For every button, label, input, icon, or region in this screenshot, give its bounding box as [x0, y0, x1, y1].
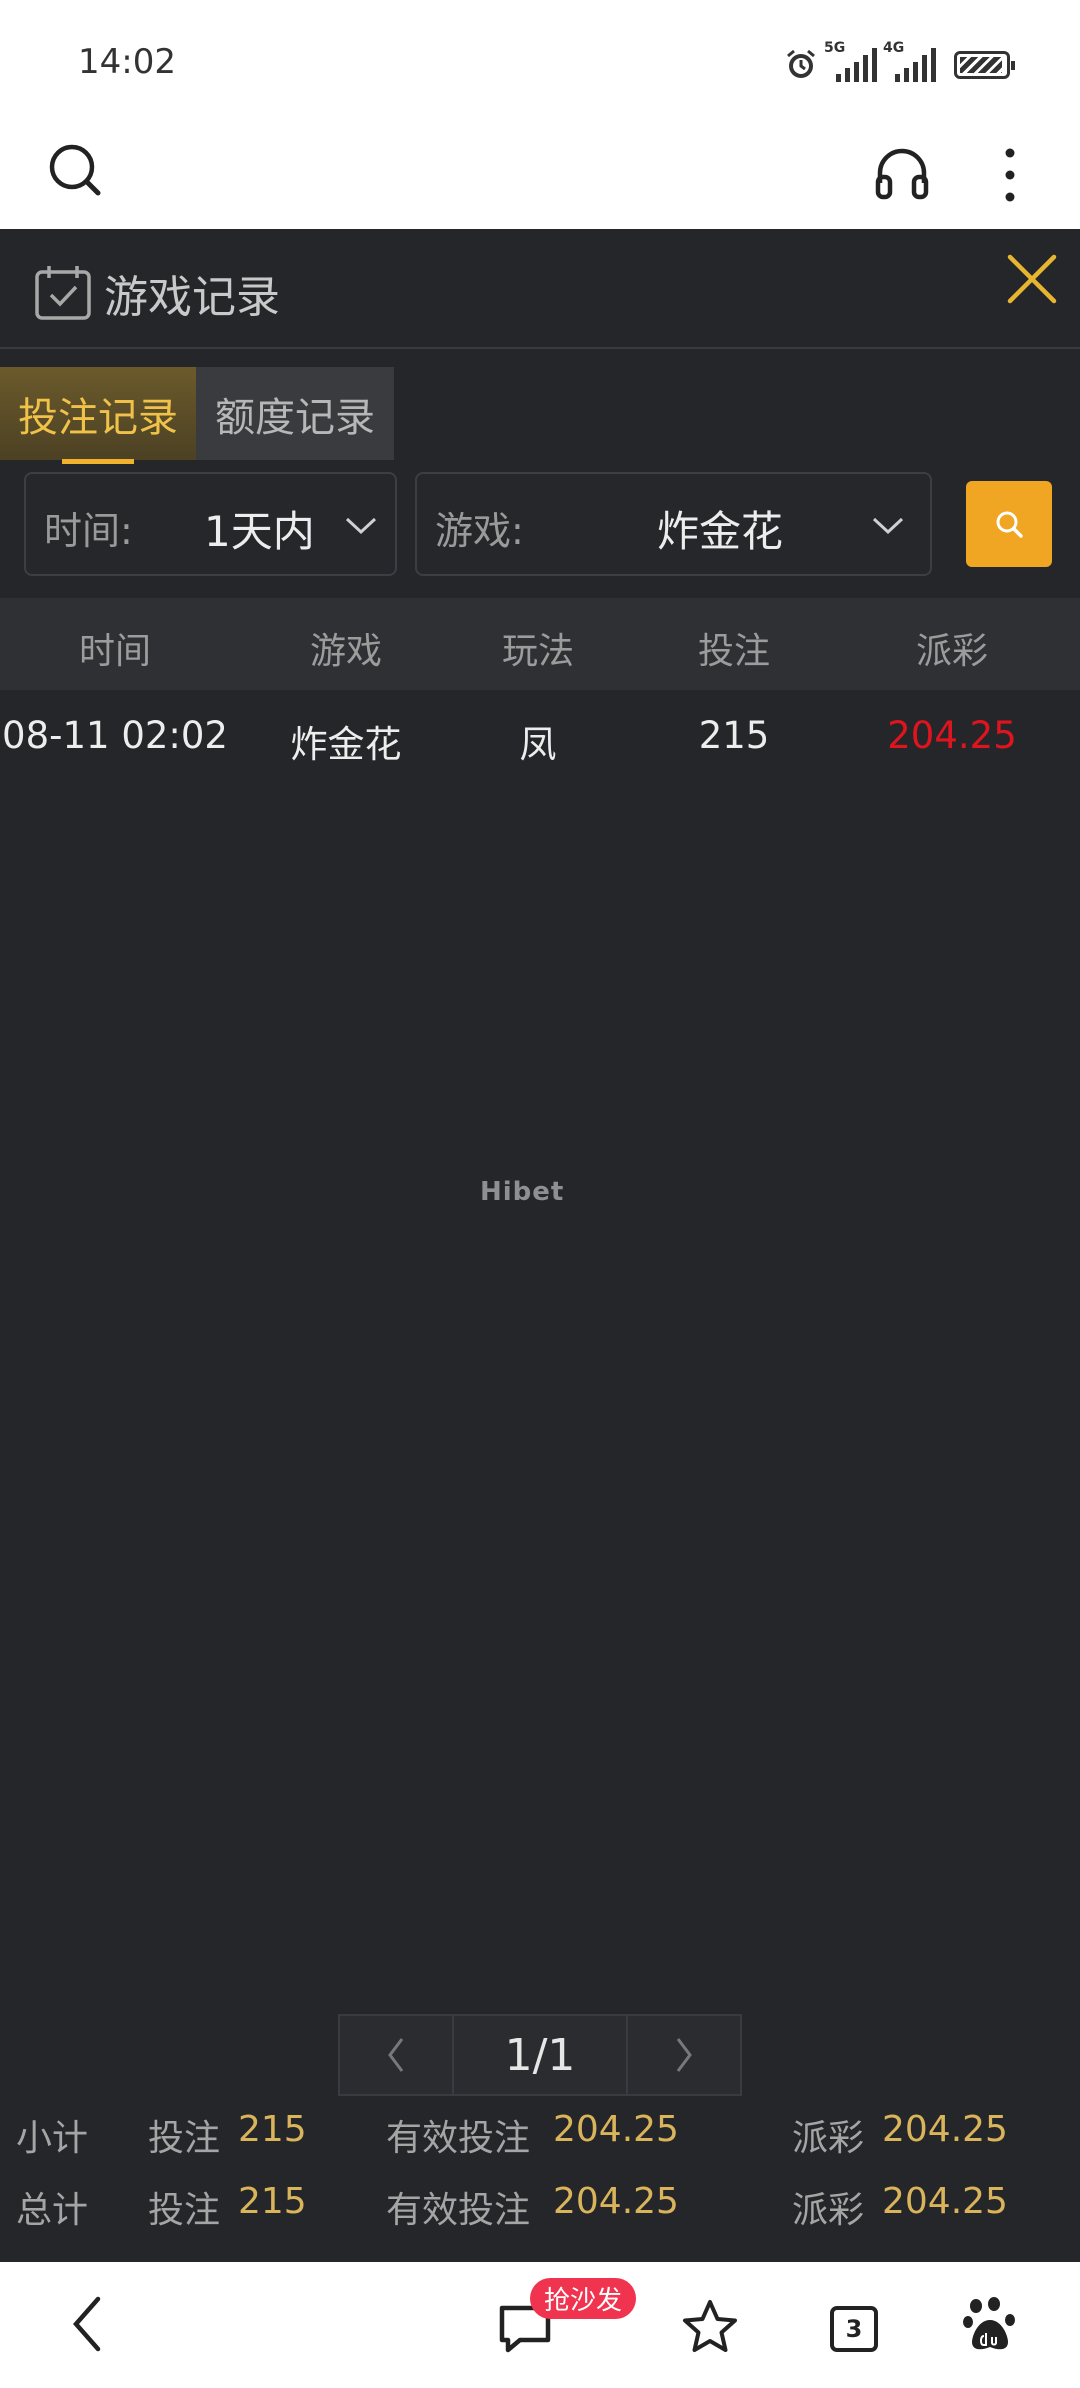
calendar-check-icon — [35, 266, 91, 320]
comment-badge: 抢沙发 — [530, 2278, 637, 2319]
baidu-paw-icon[interactable] — [962, 2296, 1018, 2354]
table-row: 08-11 02:02 炸金花 凤 215 204.25 — [0, 690, 1080, 782]
subtotal-row: 小计 投注 215 有效投注 204.25 派彩 204.25 — [0, 2109, 1080, 2169]
subtotal-valid-value: 204.25 — [553, 2109, 679, 2150]
headset-icon[interactable] — [872, 143, 932, 203]
chevron-right-icon — [676, 2038, 692, 2072]
chevron-down-icon — [872, 517, 904, 535]
tab-credit-records[interactable]: 额度记录 — [196, 367, 394, 460]
watermark-logo: Hibet — [480, 1177, 565, 1207]
cell-time: 08-11 02:02 — [2, 714, 228, 757]
game-filter-value: 炸金花 — [657, 507, 784, 556]
tab-bet-records[interactable]: 投注记录 — [0, 367, 196, 464]
game-filter-label: 游戏: — [435, 509, 524, 553]
signal-4g-label: 4G — [883, 40, 905, 56]
column-header-play: 玩法 — [501, 631, 574, 672]
page-title: 游戏记录 — [104, 272, 280, 323]
total-bet-label: 投注 — [148, 2190, 221, 2231]
alarm-icon — [787, 49, 815, 78]
total-payout-label: 派彩 — [792, 2190, 865, 2231]
time-filter-label: 时间: — [44, 509, 133, 553]
browser-toolbar — [0, 125, 1080, 229]
column-header-time: 时间 — [78, 631, 151, 672]
total-row: 总计 投注 215 有效投注 204.25 派彩 204.25 — [0, 2181, 1080, 2241]
time-filter-select[interactable]: 时间: 1天内 — [24, 472, 397, 576]
star-icon[interactable] — [680, 2298, 740, 2356]
total-valid-label: 有效投注 — [386, 2190, 531, 2231]
table-header: 时间 游戏 玩法 投注 派彩 — [0, 598, 1080, 690]
next-page-button[interactable] — [626, 2014, 742, 2096]
game-filter-select[interactable]: 游戏: 炸金花 — [415, 472, 932, 576]
prev-page-button[interactable] — [338, 2014, 454, 2096]
chevron-down-icon — [345, 517, 377, 535]
cell-game: 炸金花 — [290, 723, 402, 766]
cell-payout: 204.25 — [887, 714, 1017, 757]
subtotal-payout-label: 派彩 — [792, 2118, 865, 2159]
close-icon[interactable] — [1004, 251, 1060, 307]
chevron-left-icon — [388, 2038, 404, 2072]
total-label: 总计 — [16, 2190, 89, 2231]
signal-5g-label: 5G — [824, 40, 846, 56]
search-button[interactable] — [966, 481, 1052, 567]
signal-5g-icon: 5G — [824, 40, 877, 82]
battery-icon — [954, 51, 1015, 79]
subtotal-valid-label: 有效投注 — [386, 2118, 531, 2159]
pagination: 1/1 — [338, 2014, 742, 2096]
status-time: 14:02 — [78, 42, 176, 82]
more-vertical-icon[interactable] — [990, 145, 1030, 205]
game-record-panel: 游戏记录 投注记录 额度记录 时间: 1天内 游戏: 炸金花 时间 游戏 玩法 … — [0, 229, 1080, 2262]
total-valid-value: 204.25 — [553, 2181, 679, 2222]
status-icons: 5G 4G — [784, 40, 1015, 90]
column-header-payout: 派彩 — [915, 631, 988, 672]
time-filter-value: 1天内 — [204, 507, 315, 556]
subtotal-bet-value: 215 — [238, 2109, 307, 2150]
record-tabs: 投注记录 额度记录 — [0, 367, 394, 464]
search-icon[interactable] — [48, 143, 104, 199]
cell-bet: 215 — [698, 714, 770, 757]
page-indicator: 1/1 — [454, 2014, 626, 2096]
back-icon[interactable] — [68, 2294, 108, 2354]
total-payout-value: 204.25 — [882, 2181, 1008, 2222]
signal-4g-icon: 4G — [883, 40, 936, 82]
column-header-game: 游戏 — [309, 631, 382, 672]
status-bar: 14:02 5G 4G — [0, 0, 1080, 125]
tabs-count-button[interactable]: 3 — [830, 2306, 878, 2352]
total-bet-value: 215 — [238, 2181, 307, 2222]
panel-header: 游戏记录 — [0, 229, 1080, 349]
cell-play: 凤 — [519, 723, 557, 766]
browser-bottom-nav: 抢沙发 3 — [0, 2262, 1080, 2388]
subtotal-payout-value: 204.25 — [882, 2109, 1008, 2150]
subtotal-label: 小计 — [16, 2118, 89, 2159]
subtotal-bet-label: 投注 — [148, 2118, 221, 2159]
column-header-bet: 投注 — [697, 631, 770, 672]
search-icon — [996, 511, 1023, 538]
